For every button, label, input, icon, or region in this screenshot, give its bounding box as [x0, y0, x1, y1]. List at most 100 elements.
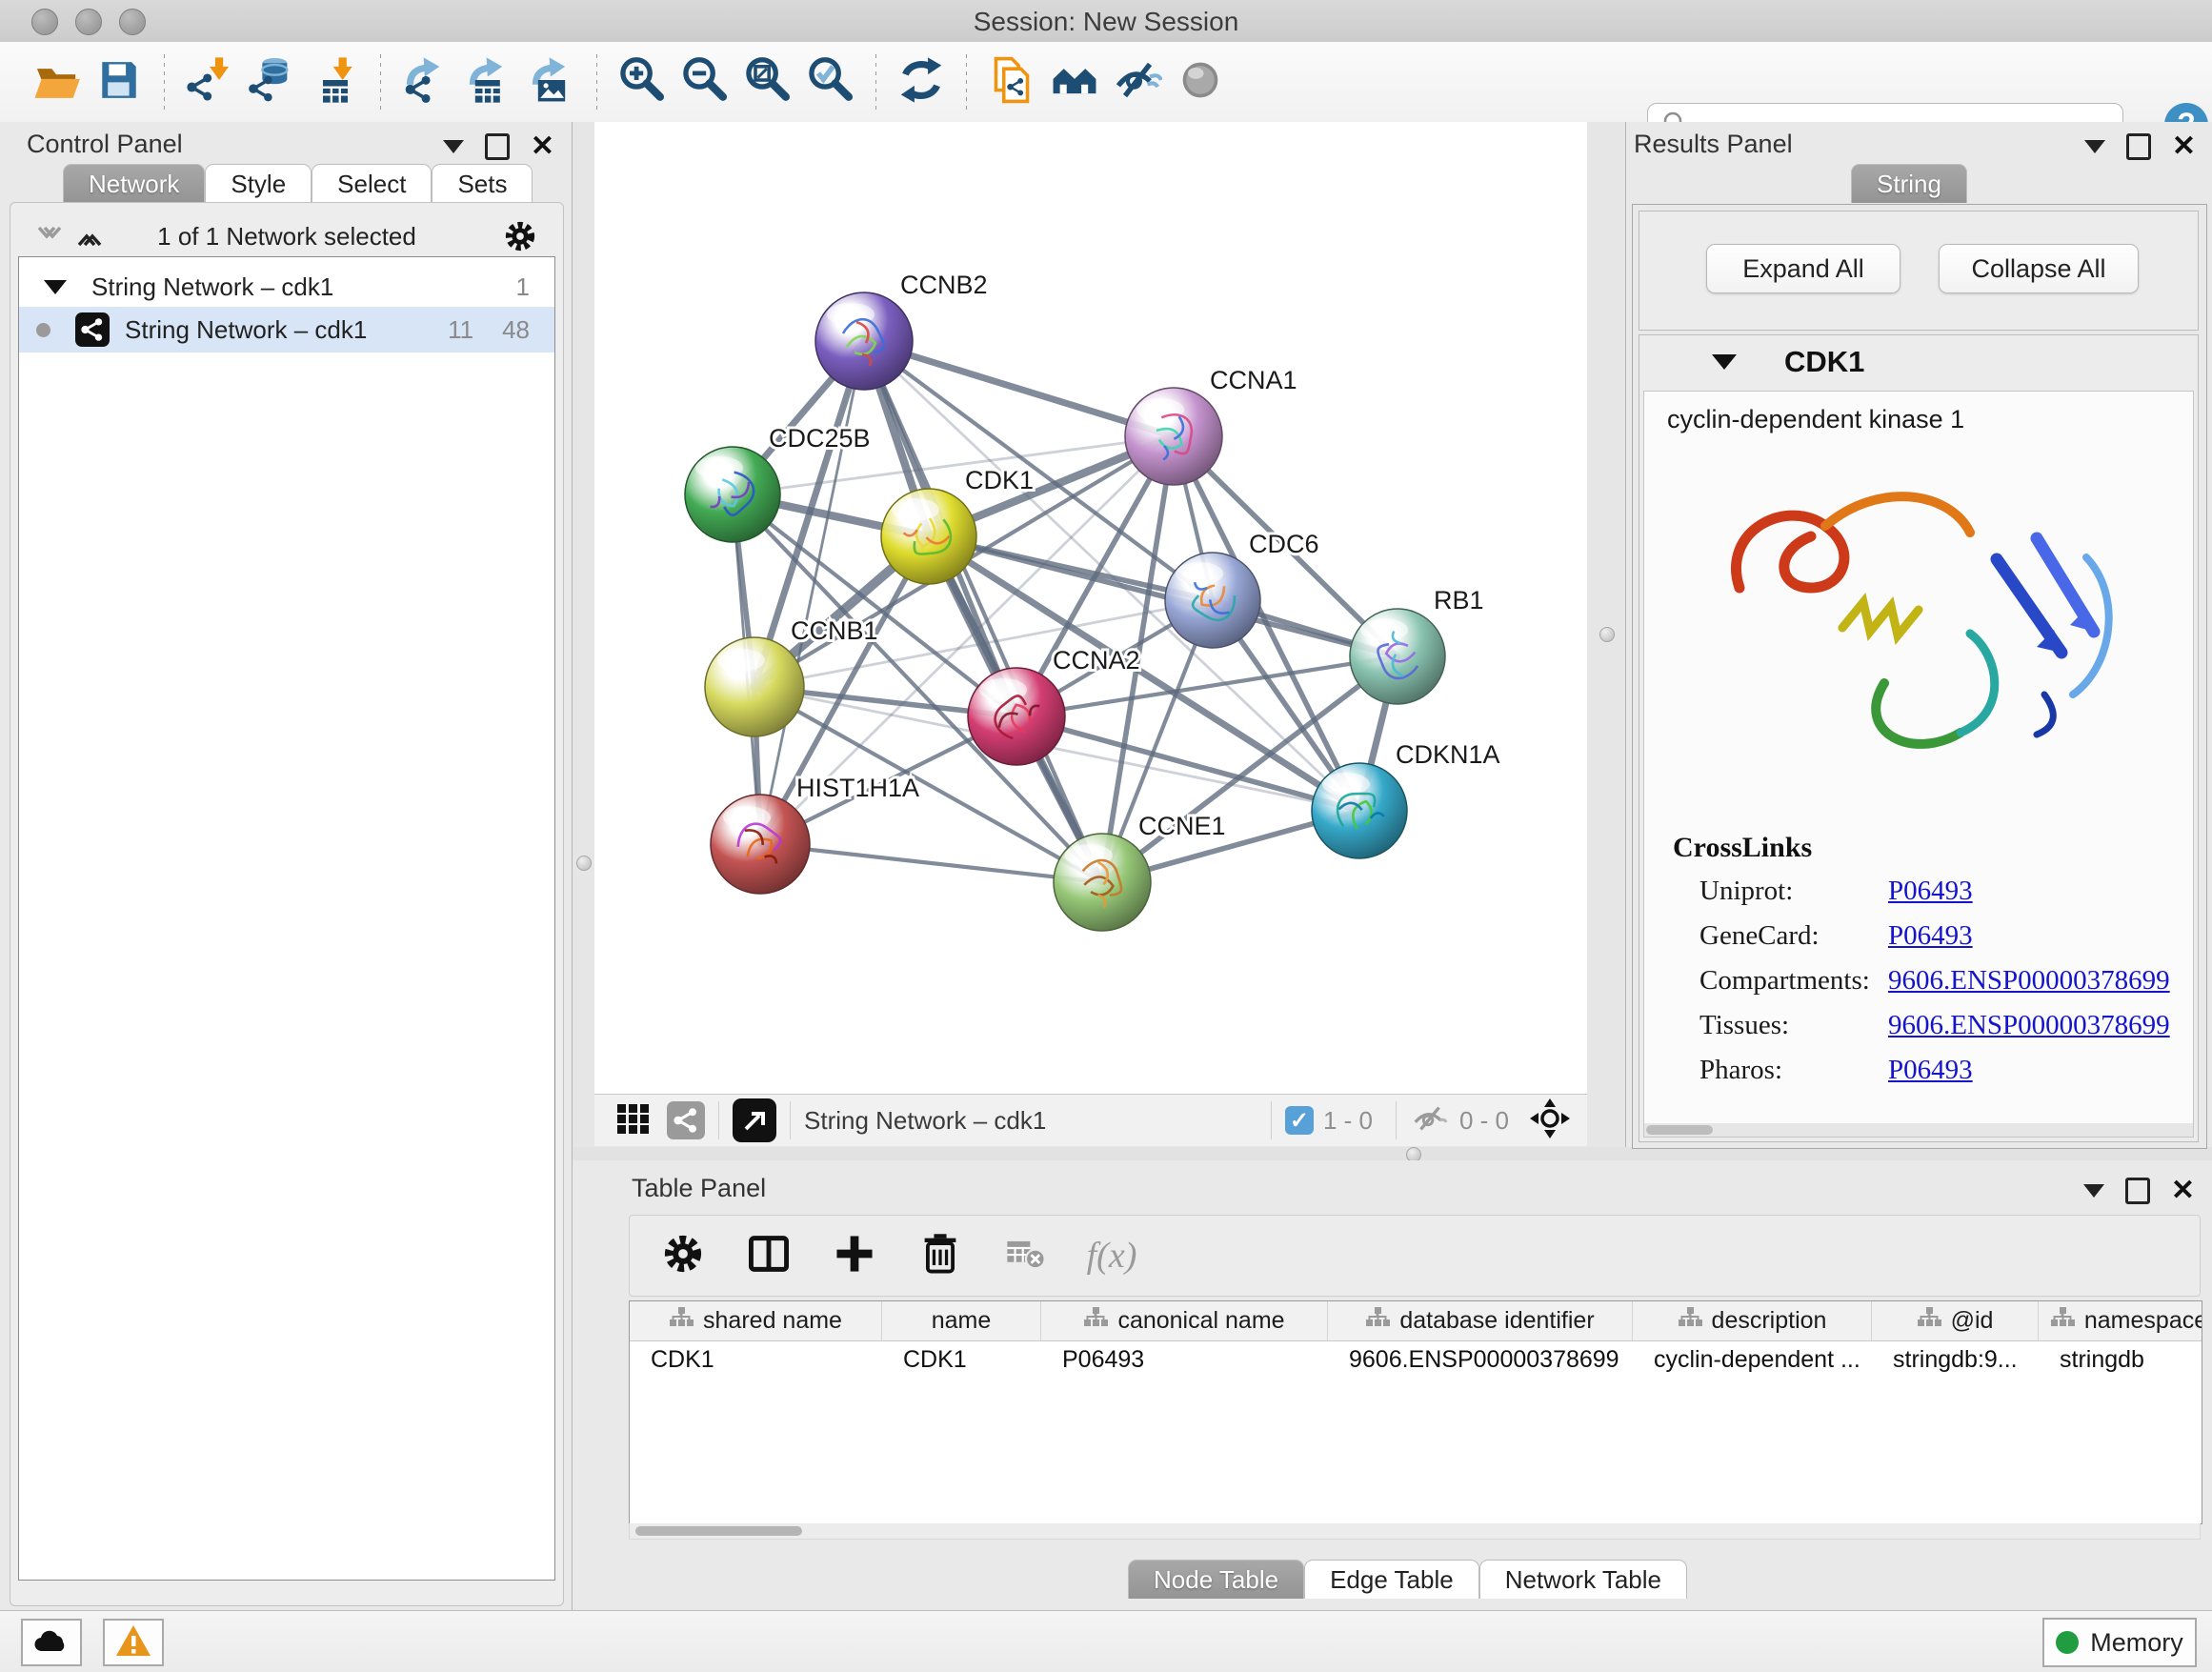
horizontal-splitter[interactable]: [573, 1147, 2212, 1160]
cell-database-identifier[interactable]: 9606.ENSP00000378699: [1328, 1340, 1633, 1380]
memory-button[interactable]: Memory: [2042, 1618, 2197, 1667]
birds-eye-view-icon[interactable]: [733, 1098, 776, 1142]
zoom-fit-button[interactable]: [736, 51, 799, 112]
table-panel-float-icon[interactable]: [2125, 1178, 2150, 1204]
column-header-name[interactable]: name: [882, 1301, 1041, 1340]
column-label: canonical name: [1117, 1307, 1284, 1335]
protein-structure-image: [1682, 445, 2159, 826]
node-RB1[interactable]: [1350, 609, 1445, 704]
import-table-button[interactable]: [304, 51, 367, 112]
cell-name[interactable]: CDK1: [882, 1340, 1041, 1380]
node-CDC25B[interactable]: [685, 447, 780, 542]
cell-description[interactable]: cyclin-dependent ...: [1633, 1340, 1872, 1380]
edge-CCNB2-HIST1H1A[interactable]: [760, 341, 864, 844]
control-panel-float-icon[interactable]: [485, 133, 510, 160]
import-database-button[interactable]: [241, 51, 304, 112]
hidden-eye-icon[interactable]: [1410, 1098, 1450, 1143]
function-builder-button[interactable]: f(x): [1085, 1229, 1138, 1282]
left-splitter-handle[interactable]: [576, 856, 592, 871]
crosslink-link[interactable]: P06493: [1888, 876, 1973, 907]
column-header-database-identifier[interactable]: database identifier: [1328, 1301, 1633, 1340]
table-horizontal-scrollbar[interactable]: [629, 1523, 2201, 1540]
zoom-in-button[interactable]: [611, 51, 674, 112]
entry-collapse-icon[interactable]: [1712, 354, 1737, 370]
tab-sets[interactable]: Sets: [432, 164, 533, 203]
crosslink-link[interactable]: P06493: [1888, 920, 1973, 952]
zoom-out-button[interactable]: [674, 51, 736, 112]
collection-expand-icon[interactable]: [44, 280, 67, 294]
column-header--id[interactable]: @id: [1872, 1301, 2039, 1340]
grid-view-icon[interactable]: [615, 1100, 652, 1141]
cell--id[interactable]: stringdb:9...: [1872, 1340, 2039, 1380]
share-session-file-button[interactable]: [980, 51, 1043, 112]
node-CDKN1A[interactable]: [1312, 763, 1407, 858]
hide-unselected-button[interactable]: [1106, 51, 1169, 112]
crosslink-link[interactable]: 9606.ENSP00000378699: [1888, 1010, 2170, 1041]
current-network-dot: [36, 323, 50, 337]
add-column-button[interactable]: [828, 1229, 881, 1282]
network-style-icon[interactable]: [667, 1101, 705, 1139]
warnings-button[interactable]: [103, 1619, 164, 1666]
network-view-canvas[interactable]: CCNB2CCNA1CDC25BCDK1CDC6RB1CCNB1CCNA2CDK…: [594, 122, 1587, 1094]
node-HIST1H1A[interactable]: [711, 795, 810, 894]
tab-network[interactable]: Network: [63, 164, 205, 203]
table-row[interactable]: CDK1CDK1P064939606.ENSP00000378699cyclin…: [630, 1340, 2202, 1380]
export-table-button[interactable]: [457, 51, 520, 112]
tab-network-table[interactable]: Network Table: [1479, 1560, 1687, 1599]
table-panel-menu-icon[interactable]: [2083, 1184, 2104, 1198]
node-CDC6[interactable]: [1165, 553, 1260, 648]
node-CCNB1[interactable]: [705, 637, 804, 736]
cell-namespace[interactable]: stringdb: [2039, 1340, 2202, 1380]
expand-all-button[interactable]: Expand All: [1706, 244, 1900, 293]
save-session-button[interactable]: [88, 51, 151, 112]
crosslink-link[interactable]: 9606.ENSP00000378699: [1888, 965, 2170, 997]
clear-table-button[interactable]: [999, 1229, 1053, 1282]
export-image-button[interactable]: [520, 51, 583, 112]
crosslink-link[interactable]: P06493: [1888, 1055, 1973, 1086]
column-header-shared-name[interactable]: shared name: [630, 1301, 882, 1340]
table-gear-button[interactable]: [656, 1229, 710, 1282]
tab-style[interactable]: Style: [205, 164, 312, 203]
cloud-button[interactable]: [21, 1619, 82, 1666]
control-panel-close-icon[interactable]: ✕: [531, 136, 554, 157]
column-header-canonical-name[interactable]: canonical name: [1041, 1301, 1328, 1340]
table-panel-close-icon[interactable]: ✕: [2171, 1180, 2195, 1201]
open-session-button[interactable]: [25, 51, 88, 112]
export-network-button[interactable]: [394, 51, 457, 112]
tab-select[interactable]: Select: [312, 164, 432, 203]
node-CDK1[interactable]: [881, 489, 976, 584]
show-all-button[interactable]: [1169, 51, 1232, 112]
tab-edge-table[interactable]: Edge Table: [1304, 1560, 1479, 1599]
refresh-button[interactable]: [890, 51, 953, 112]
entry-scrollbar[interactable]: [1644, 1123, 2193, 1137]
node-CCNA2[interactable]: [968, 668, 1065, 765]
fit-content-crosshair-icon[interactable]: [1528, 1097, 1572, 1145]
zoom-selected-button[interactable]: [799, 51, 862, 112]
tab-node-table[interactable]: Node Table: [1128, 1560, 1304, 1599]
column-header-description[interactable]: description: [1633, 1301, 1872, 1340]
tab-string[interactable]: String: [1851, 164, 1967, 203]
node-CCNB2[interactable]: [815, 292, 913, 390]
delete-rows-button[interactable]: [914, 1229, 967, 1282]
network-row[interactable]: String Network – cdk1 11 48: [19, 307, 554, 353]
results-panel-menu-icon[interactable]: [2084, 140, 2105, 153]
cell-canonical-name[interactable]: P06493: [1041, 1340, 1328, 1380]
edge-CDK1-RB1[interactable]: [929, 536, 1398, 656]
zoom-selected-icon: [806, 55, 855, 110]
network-overview-button[interactable]: [1043, 51, 1106, 112]
network-collection-row[interactable]: String Network – cdk1 1: [19, 267, 554, 307]
import-network-button[interactable]: [178, 51, 241, 112]
selected-checkbox-icon[interactable]: ✓: [1285, 1106, 1314, 1135]
node-CCNA1[interactable]: [1125, 388, 1222, 485]
collapse-all-button[interactable]: Collapse All: [1939, 244, 2139, 293]
right-splitter-handle[interactable]: [1599, 627, 1615, 642]
network-options-gear-icon[interactable]: [502, 218, 538, 259]
column-header-namespace[interactable]: namespace: [2039, 1301, 2202, 1340]
edge-HIST1H1A-CCNE1[interactable]: [760, 844, 1102, 882]
results-panel-close-icon[interactable]: ✕: [2172, 136, 2196, 157]
results-panel-float-icon[interactable]: [2126, 133, 2151, 160]
control-panel-menu-icon[interactable]: [443, 140, 464, 153]
split-columns-button[interactable]: [742, 1229, 795, 1282]
node-CCNE1[interactable]: [1054, 834, 1151, 931]
cell-shared-name[interactable]: CDK1: [630, 1340, 882, 1380]
